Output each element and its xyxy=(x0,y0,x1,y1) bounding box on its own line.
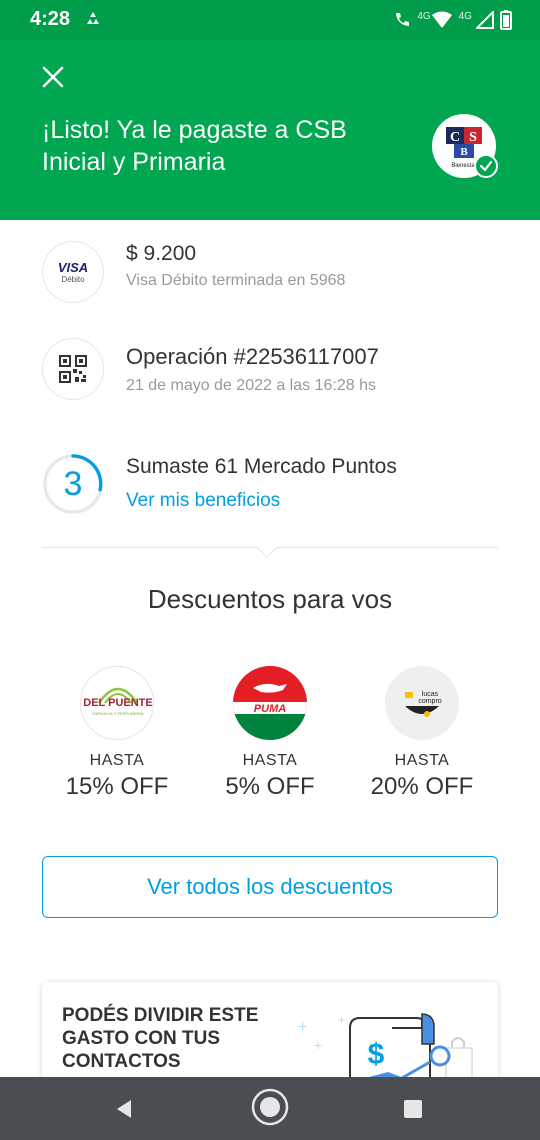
delpuente-brand: DEL PUENTE xyxy=(83,697,153,709)
lucas-compro-brand: lucas compro xyxy=(418,691,442,705)
recents-icon[interactable] xyxy=(393,1091,433,1127)
points-level-ring: 3 xyxy=(42,453,104,515)
svg-text:Bienestar: Bienestar xyxy=(451,163,476,169)
discount-hasta: HASTA xyxy=(89,752,145,769)
discount-off: 5% OFF xyxy=(225,773,315,800)
svg-text:C: C xyxy=(450,130,460,145)
discount-hasta: HASTA xyxy=(242,752,298,769)
success-header: ¡Listo! Ya le pagaste a CSB Inicial y Pr… xyxy=(0,40,540,220)
svg-text:S: S xyxy=(469,130,477,145)
status-bar: 4:28 4G 4G xyxy=(0,0,540,40)
all-discounts-button[interactable]: Ver todos los descuentos xyxy=(42,856,498,918)
signal-icon xyxy=(476,11,494,29)
svg-text:+: + xyxy=(314,1037,322,1053)
discount-item[interactable]: PUMA HASTA 5% OFF xyxy=(195,666,345,801)
verified-badge xyxy=(474,154,498,178)
status-icons: 4G 4G xyxy=(393,10,512,30)
discounts-title: Descuentos para vos xyxy=(147,584,393,614)
operation-number: Operación #22536117007 xyxy=(126,344,379,369)
back-icon[interactable] xyxy=(104,1091,144,1127)
puma-brand: PUMA xyxy=(253,703,287,715)
delpuente-subtitle: FARMACIA Y PERFUMERÍA xyxy=(92,711,144,716)
page-title: ¡Listo! Ya le pagaste a CSB Inicial y Pr… xyxy=(42,116,347,176)
visa-card-icon: VISA Débito xyxy=(42,241,104,303)
recycle-icon xyxy=(87,12,99,24)
qr-code-icon xyxy=(42,338,104,400)
points-level: 3 xyxy=(63,464,83,503)
wifi-calling-icon xyxy=(396,13,410,26)
navigation-bar xyxy=(0,1077,540,1140)
divider-notch xyxy=(257,538,277,558)
card-description: Visa Débito terminada en 5968 xyxy=(126,272,346,289)
home-icon[interactable] xyxy=(250,1088,290,1126)
card-brand: VISA xyxy=(57,259,89,275)
network-label: 4G xyxy=(417,10,431,22)
discount-item[interactable]: DEL PUENTE FARMACIA Y PERFUMERÍA HASTA 1… xyxy=(42,666,192,801)
close-icon[interactable] xyxy=(40,64,66,90)
svg-text:B: B xyxy=(460,146,468,158)
lucas-compro-logo: lucas compro xyxy=(385,666,459,740)
delpuente-logo: DEL PUENTE FARMACIA Y PERFUMERÍA xyxy=(80,666,154,740)
discount-off: 20% OFF xyxy=(370,773,474,800)
puma-logo: PUMA xyxy=(233,666,307,740)
split-expense-text: PODÉS DIVIDIR ESTE GASTO CON TUS CONTACT… xyxy=(62,1005,259,1072)
dollar-symbol: $ xyxy=(368,1038,385,1071)
card-type: Débito xyxy=(61,274,85,284)
discount-hasta: HASTA xyxy=(394,752,450,769)
svg-text:+: + xyxy=(338,1013,345,1027)
check-icon xyxy=(479,160,493,172)
wifi-icon xyxy=(431,11,452,28)
svg-text:+: + xyxy=(298,1019,307,1036)
battery-icon xyxy=(500,10,512,30)
discount-off: 15% OFF xyxy=(65,773,169,800)
network-label-2: 4G xyxy=(458,10,472,22)
status-time: 4:28 xyxy=(30,8,71,30)
points-title: Sumaste 61 Mercado Puntos xyxy=(126,455,397,478)
operation-date: 21 de mayo de 2022 a las 16:28 hs xyxy=(126,377,376,394)
benefits-link[interactable]: Ver mis beneficios xyxy=(126,490,280,512)
payment-amount: $ 9.200 xyxy=(126,242,197,265)
discount-item[interactable]: lucas compro HASTA 20% OFF xyxy=(347,666,497,801)
